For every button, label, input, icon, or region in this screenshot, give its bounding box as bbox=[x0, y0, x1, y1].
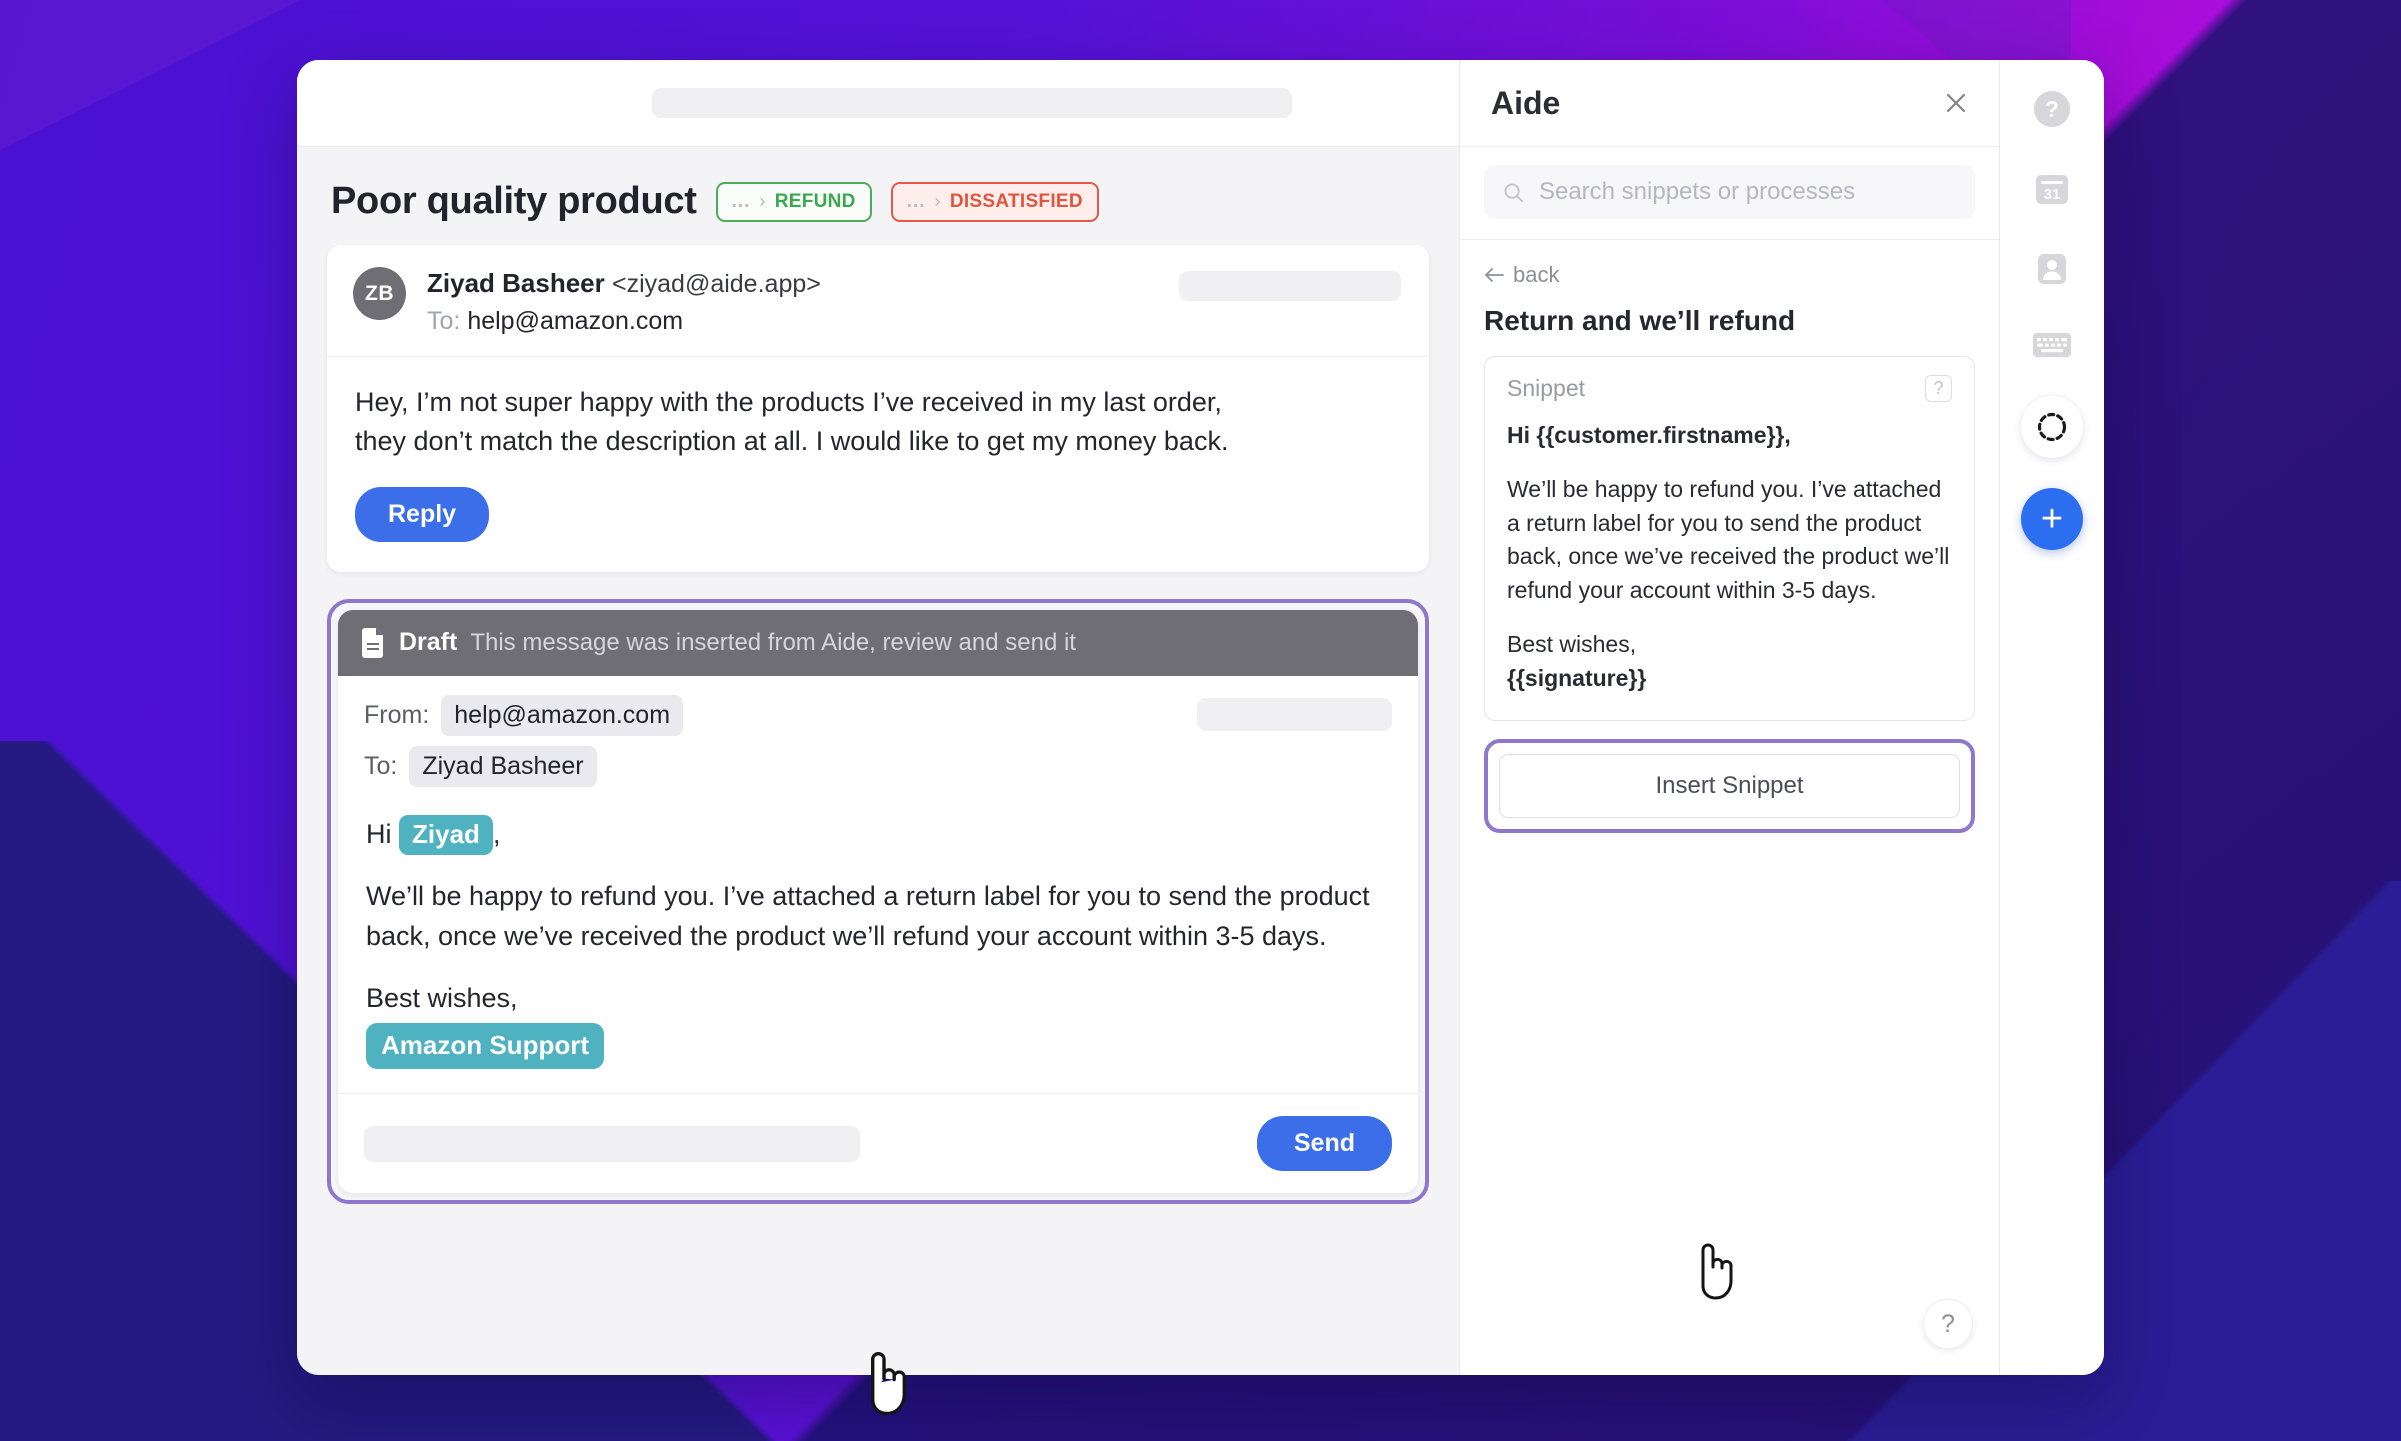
draft-body[interactable]: Hi Ziyad, We’ll be happy to refund you. … bbox=[338, 801, 1418, 1095]
snippet-card: Snippet ? Hi {{customer.firstname}}, We’… bbox=[1484, 356, 1975, 721]
message-body-line-2: they don’t match the description at all.… bbox=[355, 426, 1229, 457]
mail-body: Poor quality product ... › REFUND ... › … bbox=[297, 147, 1459, 1375]
snippet-closing-text: Best wishes, bbox=[1507, 630, 1637, 657]
mail-column: Poor quality product ... › REFUND ... › … bbox=[297, 60, 1460, 1375]
search-icon bbox=[1504, 183, 1524, 202]
message-identity: Ziyad Basheer <ziyad@aide.app> To: help@… bbox=[427, 267, 821, 336]
back-link[interactable]: back bbox=[1484, 262, 1559, 288]
aide-search-box[interactable] bbox=[1484, 165, 1975, 219]
snippet-signature: {{signature}} bbox=[1507, 664, 1647, 691]
help-badge-icon[interactable]: ? bbox=[1925, 375, 1952, 402]
recipient-label: To: bbox=[427, 307, 461, 336]
message-body: Hey, I’m not super happy with the produc… bbox=[327, 357, 1429, 571]
aide-panel-header: Aide bbox=[1460, 60, 1999, 147]
chevron-right-icon: › bbox=[934, 191, 941, 211]
svg-text:31: 31 bbox=[2044, 186, 2061, 203]
draft-footer-placeholder-bar bbox=[364, 1125, 860, 1162]
draft-badge-label: Draft bbox=[399, 628, 458, 657]
send-button[interactable]: Send bbox=[1256, 1116, 1392, 1172]
mail-toolbar bbox=[297, 60, 1459, 147]
draft-note: This message was inserted from Aide, rev… bbox=[470, 628, 1076, 656]
draft-to-row: To: Ziyad Basheer bbox=[364, 745, 1392, 787]
subject-row: Poor quality product ... › REFUND ... › … bbox=[323, 147, 1433, 245]
close-icon[interactable] bbox=[1941, 88, 1971, 118]
sender-email: <ziyad@aide.app> bbox=[611, 270, 821, 298]
incoming-message-card: ZB Ziyad Basheer <ziyad@aide.app> To: he… bbox=[327, 245, 1429, 572]
back-link-label: back bbox=[1513, 262, 1560, 287]
message-header-placeholder-bar bbox=[1179, 271, 1401, 301]
document-icon bbox=[362, 627, 383, 658]
snippet-text: Hi {{customer.firstname}}, We’ll be happ… bbox=[1507, 419, 1952, 696]
snippet-body: We’ll be happy to refund you. I’ve attac… bbox=[1507, 475, 1950, 604]
snippet-greeting: Hi {{customer.firstname}}, bbox=[1507, 419, 1952, 453]
draft-footer: Send bbox=[338, 1094, 1418, 1193]
process-title: Return and we’ll refund bbox=[1484, 305, 1796, 336]
calendar-icon[interactable]: 31 bbox=[2031, 168, 2073, 210]
add-button[interactable]: + bbox=[2021, 488, 2083, 550]
toolbar-placeholder-bar bbox=[652, 88, 1292, 118]
draft-body-text: We’ll be happy to refund you. I’ve attac… bbox=[366, 881, 1370, 951]
aide-help-button[interactable]: ? bbox=[1923, 1299, 1973, 1349]
draft-fields-placeholder-bar bbox=[1197, 697, 1392, 731]
avatar: ZB bbox=[353, 267, 406, 320]
page-title: Poor quality product bbox=[331, 180, 697, 222]
sender-line: Ziyad Basheer <ziyad@aide.app> bbox=[427, 267, 821, 300]
draft-header: Draft This message was inserted from Aid… bbox=[338, 609, 1418, 676]
svg-text:?: ? bbox=[2045, 96, 2059, 122]
draft-greeting: Hi Ziyad, bbox=[366, 814, 1390, 856]
draft-closing: Best wishes, Amazon Support bbox=[366, 979, 1390, 1070]
aide-search-section bbox=[1460, 147, 1999, 240]
recipient-value: help@amazon.com bbox=[467, 307, 684, 336]
draft-card: Draft This message was inserted from Aid… bbox=[338, 609, 1418, 1194]
draft-fields: From: help@amazon.com To: Ziyad Basheer bbox=[338, 676, 1418, 801]
search-input[interactable] bbox=[1538, 178, 1957, 206]
draft-greeting-suffix: , bbox=[492, 818, 501, 849]
message-body-line-1: Hey, I’m not super happy with the produc… bbox=[355, 387, 1222, 418]
draft-greeting-prefix: Hi bbox=[366, 818, 392, 849]
draft-customer-chip[interactable]: Ziyad bbox=[399, 814, 493, 856]
tag-dissatisfied-dots: ... bbox=[906, 190, 926, 212]
tag-dissatisfied[interactable]: ... › DISSATISFIED bbox=[890, 181, 1099, 222]
contacts-icon[interactable] bbox=[2031, 248, 2073, 290]
draft-signature-chip[interactable]: Amazon Support bbox=[366, 1022, 604, 1070]
tag-refund-dots: ... bbox=[731, 190, 751, 212]
insert-snippet-highlight-ring: Insert Snippet bbox=[1484, 738, 1975, 833]
draft-highlight-ring: Draft This message was inserted from Aid… bbox=[327, 598, 1429, 1205]
tag-refund-label: REFUND bbox=[774, 190, 856, 212]
snippet-card-header: Snippet ? bbox=[1507, 375, 1952, 402]
keyboard-icon[interactable] bbox=[2030, 328, 2074, 362]
bg-accent-top-left bbox=[0, 0, 300, 150]
aide-panel-title: Aide bbox=[1491, 84, 1561, 121]
draft-from-value[interactable]: help@amazon.com bbox=[441, 694, 684, 736]
snippet-greeting-text: Hi {{customer.firstname}}, bbox=[1507, 422, 1791, 448]
chevron-right-icon: › bbox=[759, 191, 766, 211]
right-icon-rail: ? 31 + bbox=[2000, 60, 2104, 1375]
reply-button[interactable]: Reply bbox=[355, 486, 490, 542]
aide-content: back Return and we’ll refund Snippet ? H… bbox=[1460, 240, 1999, 1375]
arrow-left-icon bbox=[1485, 268, 1504, 282]
draft-from-label: From: bbox=[364, 700, 430, 729]
draft-closing-text: Best wishes, bbox=[366, 982, 518, 1013]
insert-snippet-button[interactable]: Insert Snippet bbox=[1499, 753, 1960, 818]
snippet-kind-label: Snippet bbox=[1507, 375, 1586, 401]
draft-to-value[interactable]: Ziyad Basheer bbox=[409, 745, 597, 787]
aide-panel: Aide back Return and we’ll refund bbox=[1460, 60, 2000, 1375]
app-window: Poor quality product ... › REFUND ... › … bbox=[297, 60, 2104, 1375]
tag-dissatisfied-label: DISSATISFIED bbox=[949, 190, 1083, 212]
help-icon[interactable]: ? bbox=[2031, 88, 2073, 130]
aide-circle-icon[interactable] bbox=[2021, 396, 2083, 458]
snippet-closing: Best wishes, {{signature}} bbox=[1507, 628, 1952, 696]
tag-refund[interactable]: ... › REFUND bbox=[715, 181, 872, 222]
recipient-line: To: help@amazon.com bbox=[427, 307, 821, 336]
draft-to-label: To: bbox=[364, 751, 398, 780]
sender-name: Ziyad Basheer bbox=[427, 268, 605, 298]
message-header: ZB Ziyad Basheer <ziyad@aide.app> To: he… bbox=[327, 245, 1429, 358]
